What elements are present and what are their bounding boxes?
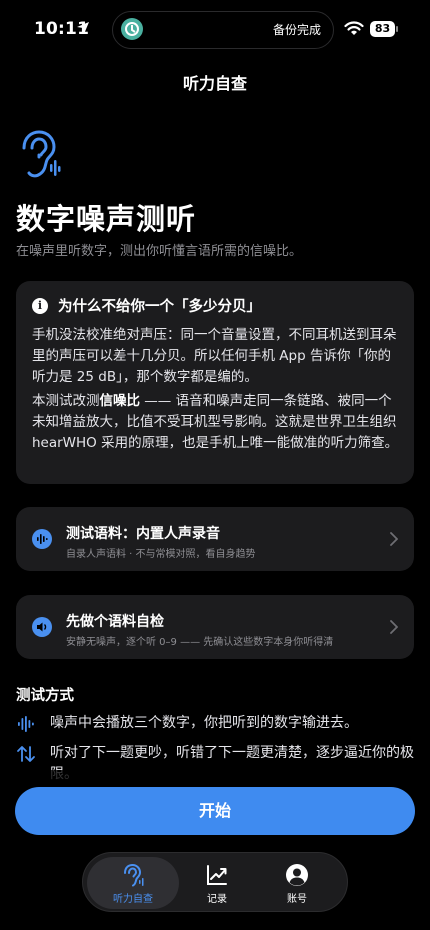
tab-account[interactable]: 账号 <box>267 857 327 909</box>
corpus-row-subtitle: 自录人声语料 · 不与常模对照，看自身趋势 <box>66 549 256 560</box>
info-card: i 为什么不给你一个「多少分贝」 手机没法校准绝对声压：同一个音量设置，不同耳机… <box>16 281 414 484</box>
info-p2-bold: 信噪比 <box>99 393 141 409</box>
self-check-row-title: 先做个语料自检 <box>66 614 164 630</box>
method-section-title: 测试方式 <box>16 688 74 704</box>
info-paragraph-1: 手机没法校准绝对声压：同一个音量设置，不同耳机送到耳朵里的声压可以差十几分贝。所… <box>32 327 397 385</box>
tab-label: 记录 <box>207 894 227 905</box>
tab-label: 听力自查 <box>113 894 153 905</box>
waveform-icon <box>32 529 52 549</box>
info-icon: i <box>32 297 48 314</box>
self-check-row[interactable]: 先做个语料自检 安静无噪声，逐个听 0–9 —— 先确认这些数字本身你听得清 <box>16 595 414 659</box>
start-button[interactable]: 开始 <box>15 787 415 835</box>
ear-icon <box>22 130 61 178</box>
dynamic-island[interactable]: 备份完成 <box>112 11 334 49</box>
info-header: i 为什么不给你一个「多少分贝」 <box>32 295 261 316</box>
tab-hearing-check[interactable]: 听力自查 <box>87 857 179 909</box>
chart-line-icon <box>207 865 227 885</box>
info-title: 为什么不给你一个「多少分贝」 <box>58 299 261 315</box>
battery-tip <box>396 26 398 32</box>
info-p2-prefix: 本测试改测 <box>32 393 100 409</box>
island-status-text: 备份完成 <box>272 23 321 37</box>
battery-icon: 83 <box>370 21 400 37</box>
speaker-icon <box>32 617 52 637</box>
corpus-row-title: 测试语料：内置人声录音 <box>66 526 220 542</box>
ear-icon <box>124 863 144 887</box>
account-icon <box>286 864 308 886</box>
location-arrow-icon <box>77 22 89 34</box>
backup-app-icon <box>121 18 143 40</box>
chevron-right-icon <box>390 532 398 546</box>
waveform-icon <box>18 716 34 732</box>
tab-bar: 听力自查 记录 账号 <box>82 852 348 912</box>
battery-level: 83 <box>370 21 395 37</box>
page-subtitle: 在噪声里听数字，测出你听懂言语所需的信噪比。 <box>16 244 303 259</box>
up-down-arrows-icon <box>17 746 35 762</box>
chevron-right-icon <box>390 620 398 634</box>
self-check-row-subtitle: 安静无噪声，逐个听 0–9 —— 先确认这些数字本身你听得清 <box>66 637 334 648</box>
nav-title: 听力自查 <box>182 74 247 93</box>
method-item-text: 噪声中会播放三个数字，你把听到的数字输进去。 <box>50 715 358 731</box>
corpus-row[interactable]: 测试语料：内置人声录音 自录人声语料 · 不与常模对照，看自身趋势 <box>16 507 414 571</box>
tab-label: 账号 <box>287 894 307 905</box>
tab-records[interactable]: 记录 <box>187 857 247 909</box>
page-title: 数字噪声测听 <box>16 202 197 236</box>
info-paragraph-2: 本测试改测信噪比 —— 语音和噪声走同一条链路、被同一个未知增益放大，比值不受耳… <box>32 391 402 454</box>
wifi-icon <box>344 21 364 35</box>
status-bar: 10:11 备份完成 83 <box>0 0 430 60</box>
